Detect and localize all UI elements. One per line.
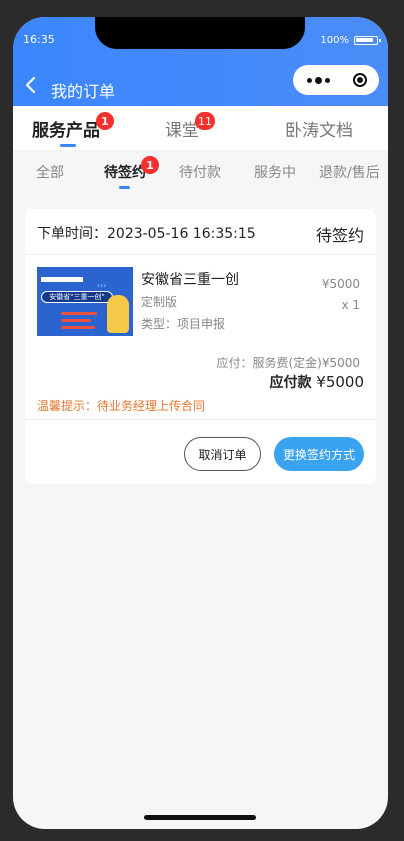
product-price: ¥5000 xyxy=(321,277,360,291)
back-icon[interactable] xyxy=(21,75,41,95)
payable-amount: ¥5000 xyxy=(316,373,364,391)
home-indicator xyxy=(144,815,256,820)
header: 16:35 100% 我的订单 xyxy=(13,17,388,106)
battery-text: 100% xyxy=(320,35,349,46)
page-title: 我的订单 xyxy=(51,82,116,101)
warm-tip: 温馨提示：待业务经理上传合同 xyxy=(37,399,206,413)
close-miniprogram-icon[interactable] xyxy=(353,73,367,87)
tab-service-products[interactable]: 服务产品 1 xyxy=(32,106,114,150)
subtab-in-service[interactable]: 服务中 xyxy=(254,150,296,194)
product-quantity: x 1 xyxy=(341,298,360,312)
cancel-order-button[interactable]: 取消订单 xyxy=(184,437,261,471)
tab-label: 服务产品 xyxy=(32,120,100,141)
payable-total: 应付款 ¥5000 xyxy=(270,372,365,392)
tab-badge: 1 xyxy=(96,112,114,130)
subtab-label: 全部 xyxy=(36,165,64,181)
order-status: 待签约 xyxy=(315,226,364,245)
subtab-badge: 1 xyxy=(141,156,159,174)
miniprogram-capsule xyxy=(293,65,379,95)
tab-classroom[interactable]: 课堂 11 xyxy=(165,106,215,150)
status-time: 16:35 xyxy=(23,33,55,46)
subtab-label: 服务中 xyxy=(254,165,296,181)
product-type: 类型：项目申报 xyxy=(141,317,226,331)
subtab-label: 待签约 xyxy=(104,165,146,181)
subtab-label: 退款/售后 xyxy=(319,165,380,181)
tab-label: 课堂 xyxy=(165,120,199,141)
subtab-refund[interactable]: 退款/售后 xyxy=(319,150,380,194)
subtab-active-indicator xyxy=(119,186,130,189)
tab-documents[interactable]: 卧涛文档 xyxy=(285,106,353,150)
notch xyxy=(95,17,305,49)
divider xyxy=(25,254,376,255)
order-time: 下单时间：2023-05-16 16:35:15 xyxy=(37,226,256,242)
subtab-pending-sign[interactable]: 待签约 1 xyxy=(104,150,159,194)
payable-label: 应付款 xyxy=(269,375,312,391)
product-thumbnail[interactable]: ››› 安徽省"三重一创" xyxy=(37,267,133,336)
tab-active-indicator xyxy=(60,144,76,147)
divider xyxy=(25,419,376,420)
product-spec: 定制版 xyxy=(141,295,178,309)
tab-badge: 11 xyxy=(195,112,215,130)
change-sign-method-button[interactable]: 更换签约方式 xyxy=(274,437,364,471)
subtab-label: 待付款 xyxy=(179,165,221,181)
payable-detail: 应付：服务费(定金)¥5000 xyxy=(216,356,360,370)
subtab-pending-payment[interactable]: 待付款 xyxy=(179,150,221,194)
main-tabs: 服务产品 1 课堂 11 卧涛文档 xyxy=(13,106,388,150)
tab-label: 卧涛文档 xyxy=(285,120,353,141)
status-battery: 100% xyxy=(320,35,381,46)
battery-icon xyxy=(354,36,381,45)
phone-screen: 16:35 100% 我的订单 服务产品 1 课堂 11 卧涛文档 全部 待签约… xyxy=(13,17,388,829)
product-name: 安徽省三重一创 xyxy=(141,272,239,288)
thumbnail-caption: 安徽省"三重一创" xyxy=(41,291,113,303)
order-status-tabs: 全部 待签约 1 待付款 服务中 退款/售后 xyxy=(13,150,388,194)
order-card[interactable]: 下单时间：2023-05-16 16:35:15 待签约 ››› 安徽省"三重一… xyxy=(25,209,376,484)
subtab-all[interactable]: 全部 xyxy=(36,150,64,194)
more-icon[interactable] xyxy=(307,76,330,84)
